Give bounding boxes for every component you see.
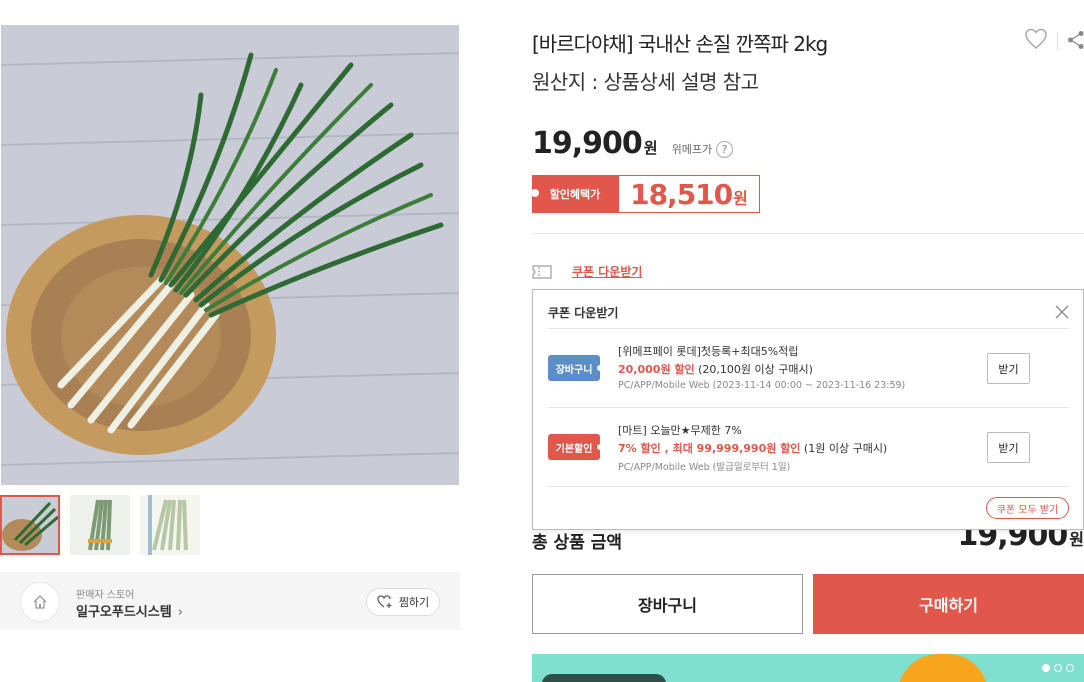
popup-divider xyxy=(548,486,1069,487)
coupon-badge: 기본할인 xyxy=(548,434,603,460)
discount-label: 할인혜택가 xyxy=(531,175,618,213)
discount-price-box: 18,510 원 xyxy=(618,175,760,213)
icon-divider xyxy=(1057,32,1058,50)
coupon-download-label: 쿠폰 다운받기 xyxy=(572,265,643,279)
claim-all-coupons-button[interactable]: 쿠폰 모두 받기 xyxy=(986,497,1069,519)
banner-pagination xyxy=(1042,664,1074,672)
banner-dot[interactable] xyxy=(1066,664,1074,672)
share-icon[interactable] xyxy=(1067,30,1084,54)
thumbnail-strip xyxy=(0,495,200,555)
discount-box: 할인혜택가 18,510 원 xyxy=(531,175,760,213)
seller-name-link[interactable]: 일구오푸드시스템 › xyxy=(76,601,183,620)
coupon-condition: (20,100원 이상 구매시) xyxy=(694,363,813,376)
favorite-label: 찜하기 xyxy=(398,596,430,609)
discount-price: 18,510 xyxy=(630,178,733,211)
coupon-condition: (1원 이상 구매시) xyxy=(800,442,888,455)
coupon-name: [마트] 오늘만★무제한 7% xyxy=(618,424,742,437)
coupon-period: PC/APP/Mobile Web (2023-11-14 00:00 ~ 20… xyxy=(618,380,906,391)
favorite-store-button[interactable]: 찜하기 xyxy=(366,588,440,616)
price-reference: 위메프가 ? xyxy=(671,140,734,158)
alarm-clock-icon xyxy=(898,654,988,682)
discount-price-unit: 원 xyxy=(733,189,748,208)
thumbnail-3[interactable] xyxy=(140,495,200,555)
seller-name: 일구오푸드시스템 xyxy=(76,605,172,620)
buy-now-button[interactable]: 구매하기 xyxy=(813,574,1084,634)
total-label: 총 상품 금액 xyxy=(532,533,623,553)
seller-caption: 판매자 스토어 xyxy=(76,590,135,601)
coupon-period: PC/APP/Mobile Web (발급일로부터 1일) xyxy=(618,462,791,473)
coupon-name: [위메프페이 롯데]첫등록+최대5%적립 xyxy=(618,345,799,358)
sale-price: 19,900 xyxy=(532,126,643,161)
coupon-download-link[interactable]: 쿠폰 다운받기 xyxy=(532,263,642,280)
chevron-right-icon: › xyxy=(177,605,183,620)
wishlist-heart-icon[interactable] xyxy=(1024,28,1048,54)
coupon-discount: 7% 할인 , 최대 99,999,990원 할인 xyxy=(618,442,801,455)
seller-store-bar: 판매자 스토어 일구오푸드시스템 › 찜하기 xyxy=(0,572,460,630)
coupon-icon xyxy=(532,265,552,278)
thumbnail-1[interactable] xyxy=(0,495,60,555)
store-home-button[interactable] xyxy=(20,582,60,622)
coupon-amount: 20,000원 할인 (20,100원 이상 구매시) xyxy=(618,361,813,377)
claim-coupon-button[interactable]: 받기 xyxy=(987,353,1030,384)
divider xyxy=(532,233,1084,234)
coupon-badge: 장바구니 xyxy=(548,355,603,381)
home-icon xyxy=(33,595,47,609)
price-ref-label: 위메프가 xyxy=(671,143,713,156)
price-row: 19,900 원 위메프가 ? xyxy=(532,126,734,161)
help-icon[interactable]: ? xyxy=(716,140,734,158)
banner-pill xyxy=(542,674,666,682)
popup-title: 쿠폰 다운받기 xyxy=(548,306,619,320)
sale-price-unit: 원 xyxy=(643,139,658,157)
banner-dot[interactable] xyxy=(1042,664,1050,672)
close-icon[interactable] xyxy=(1054,304,1070,320)
coupon-item: 장바구니 [위메프페이 롯데]첫등록+최대5%적립 20,000원 할인 (20… xyxy=(548,329,1069,407)
claim-coupon-button[interactable]: 받기 xyxy=(987,432,1030,463)
add-to-cart-button[interactable]: 장바구니 xyxy=(532,574,803,634)
thumbnail-2[interactable] xyxy=(70,495,130,555)
heart-plus-icon xyxy=(377,595,392,608)
promo-banner[interactable] xyxy=(532,654,1084,682)
coupon-popup: 쿠폰 다운받기 장바구니 [위메프페이 롯데]첫등록+최대5%적립 20,000… xyxy=(532,289,1084,530)
coupon-item: 기본할인 [마트] 오늘만★무제한 7% 7% 할인 , 최대 99,999,9… xyxy=(548,408,1069,486)
product-title: [바르다야채] 국내산 손질 깐쪽파 2kg xyxy=(532,32,828,56)
main-product-image[interactable] xyxy=(1,25,459,485)
banner-dot[interactable] xyxy=(1054,664,1062,672)
product-origin: 원산지 : 상품상세 설명 참고 xyxy=(532,70,759,94)
coupon-discount: 20,000원 할인 xyxy=(618,363,695,376)
coupon-amount: 7% 할인 , 최대 99,999,990원 할인 (1원 이상 구매시) xyxy=(618,440,887,456)
